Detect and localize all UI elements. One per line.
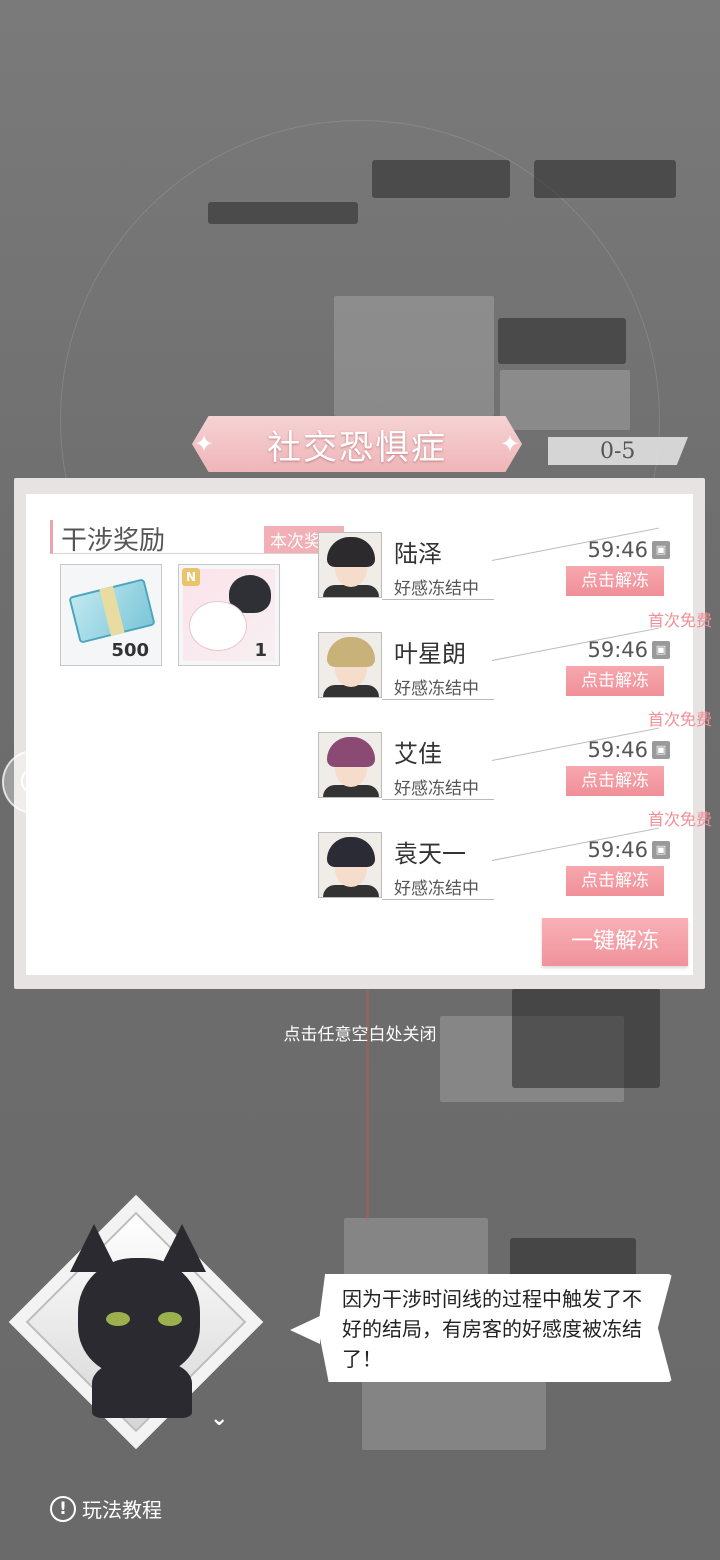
unfreeze-button[interactable]: 点击解冻 — [566, 766, 664, 796]
rewards-title: 干涉奖励 — [61, 526, 166, 556]
character-name: 艾佳 — [394, 740, 442, 768]
avatar-hair — [327, 737, 375, 767]
freeze-timer: 59:46 ▣ — [587, 538, 670, 562]
map-label — [372, 160, 510, 198]
rewards-header: 干涉奖励 本次奖励 — [50, 520, 348, 556]
freeze-timer: 59:46 ▣ — [587, 738, 670, 762]
unfreeze-button[interactable]: 点击解冻 — [566, 566, 664, 596]
dialogue-text: 因为干涉时间线的过程中触发了不好的结局，有房客的好感度被冻结了！ — [342, 1287, 642, 1371]
reward-qty: 1 — [254, 640, 267, 661]
unfreeze-button[interactable]: 点击解冻 — [566, 666, 664, 696]
map-card — [362, 1376, 546, 1450]
cat-body — [92, 1360, 192, 1418]
close-hint[interactable]: 点击任意空白处关闭 — [0, 1020, 720, 1045]
lock-icon: ▣ — [652, 841, 670, 859]
sparkle-icon: ✦ — [194, 430, 215, 458]
tutorial-label: 玩法教程 — [82, 1498, 162, 1522]
freeze-timer: 59:46 ▣ — [587, 638, 670, 662]
row-divider — [382, 799, 494, 800]
speech-bubble[interactable]: 因为干涉时间线的过程中触发了不好的结局，有房客的好感度被冻结了！ — [318, 1274, 672, 1382]
avatar-hair — [327, 637, 375, 667]
avatar[interactable] — [318, 632, 382, 698]
first-free-label: 首次免费 — [647, 710, 712, 729]
row-divider — [382, 699, 494, 700]
stage-level: 0-5 — [548, 437, 688, 465]
avatar[interactable] — [318, 832, 382, 898]
sparkle-icon: ✦ — [499, 430, 520, 458]
timer-text: 59:46 — [587, 838, 648, 862]
reward-qty: 500 — [111, 640, 149, 661]
row-divider — [382, 899, 494, 900]
lock-icon: ▣ — [652, 641, 670, 659]
first-free-label: 首次免费 — [647, 810, 712, 829]
character-state: 好感冻结中 — [394, 779, 479, 799]
character-row: 叶星朗 好感冻结中 59:46 ▣ 点击解冻 — [318, 627, 670, 702]
row-divider — [382, 599, 494, 600]
stage-title: 社交恐惧症 — [267, 427, 447, 468]
map-label — [498, 318, 626, 364]
white-cat-icon — [189, 601, 247, 651]
character-state: 好感冻结中 — [394, 679, 479, 699]
ghost-icon[interactable]: ☺ — [2, 750, 66, 814]
lock-icon: ▣ — [652, 541, 670, 559]
timer-text: 59:46 — [587, 538, 648, 562]
map-label — [208, 202, 358, 224]
character-name: 叶星朗 — [394, 640, 466, 668]
character-state: 好感冻结中 — [394, 579, 479, 599]
avatar[interactable] — [318, 532, 382, 598]
cash-bundle-icon — [68, 578, 156, 644]
exclamation-icon: ! — [50, 1495, 76, 1522]
character-state: 好感冻结中 — [394, 879, 479, 899]
character-row: 艾佳 好感冻结中 59:46 ▣ 点击解冻 — [318, 727, 670, 802]
unfreeze-all-button[interactable]: 一键解冻 — [542, 918, 688, 966]
map-card — [334, 296, 494, 416]
avatar-hair — [327, 837, 375, 867]
stage-title-banner: 社交恐惧症 ✦ ✦ — [192, 416, 522, 472]
reward-cash[interactable]: 500 — [60, 564, 162, 666]
chevron-down-icon[interactable]: ⌄ — [210, 1406, 228, 1431]
speech-tail — [290, 1316, 320, 1344]
avatar[interactable] — [318, 732, 382, 798]
character-row: 陆泽 好感冻结中 59:46 ▣ 点击解冻 — [318, 527, 670, 602]
character-name: 陆泽 — [394, 540, 442, 568]
freeze-timer: 59:46 ▣ — [587, 838, 670, 862]
cat-eye — [106, 1312, 130, 1326]
lock-icon: ▣ — [652, 741, 670, 759]
rarity-badge: N — [182, 568, 200, 586]
timer-text: 59:46 — [587, 738, 648, 762]
avatar-hair — [327, 537, 375, 567]
character-name: 袁天一 — [394, 840, 466, 868]
tutorial-button[interactable]: ! 玩法教程 — [50, 1494, 162, 1523]
reward-card[interactable]: N 1 — [178, 564, 280, 666]
timer-text: 59:46 — [587, 638, 648, 662]
unfreeze-button[interactable]: 点击解冻 — [566, 866, 664, 896]
character-row: 袁天一 好感冻结中 59:46 ▣ 点击解冻 — [318, 827, 670, 902]
stage-level-text: 0-5 — [600, 438, 636, 464]
cat-eye — [158, 1312, 182, 1326]
map-label — [534, 160, 676, 198]
